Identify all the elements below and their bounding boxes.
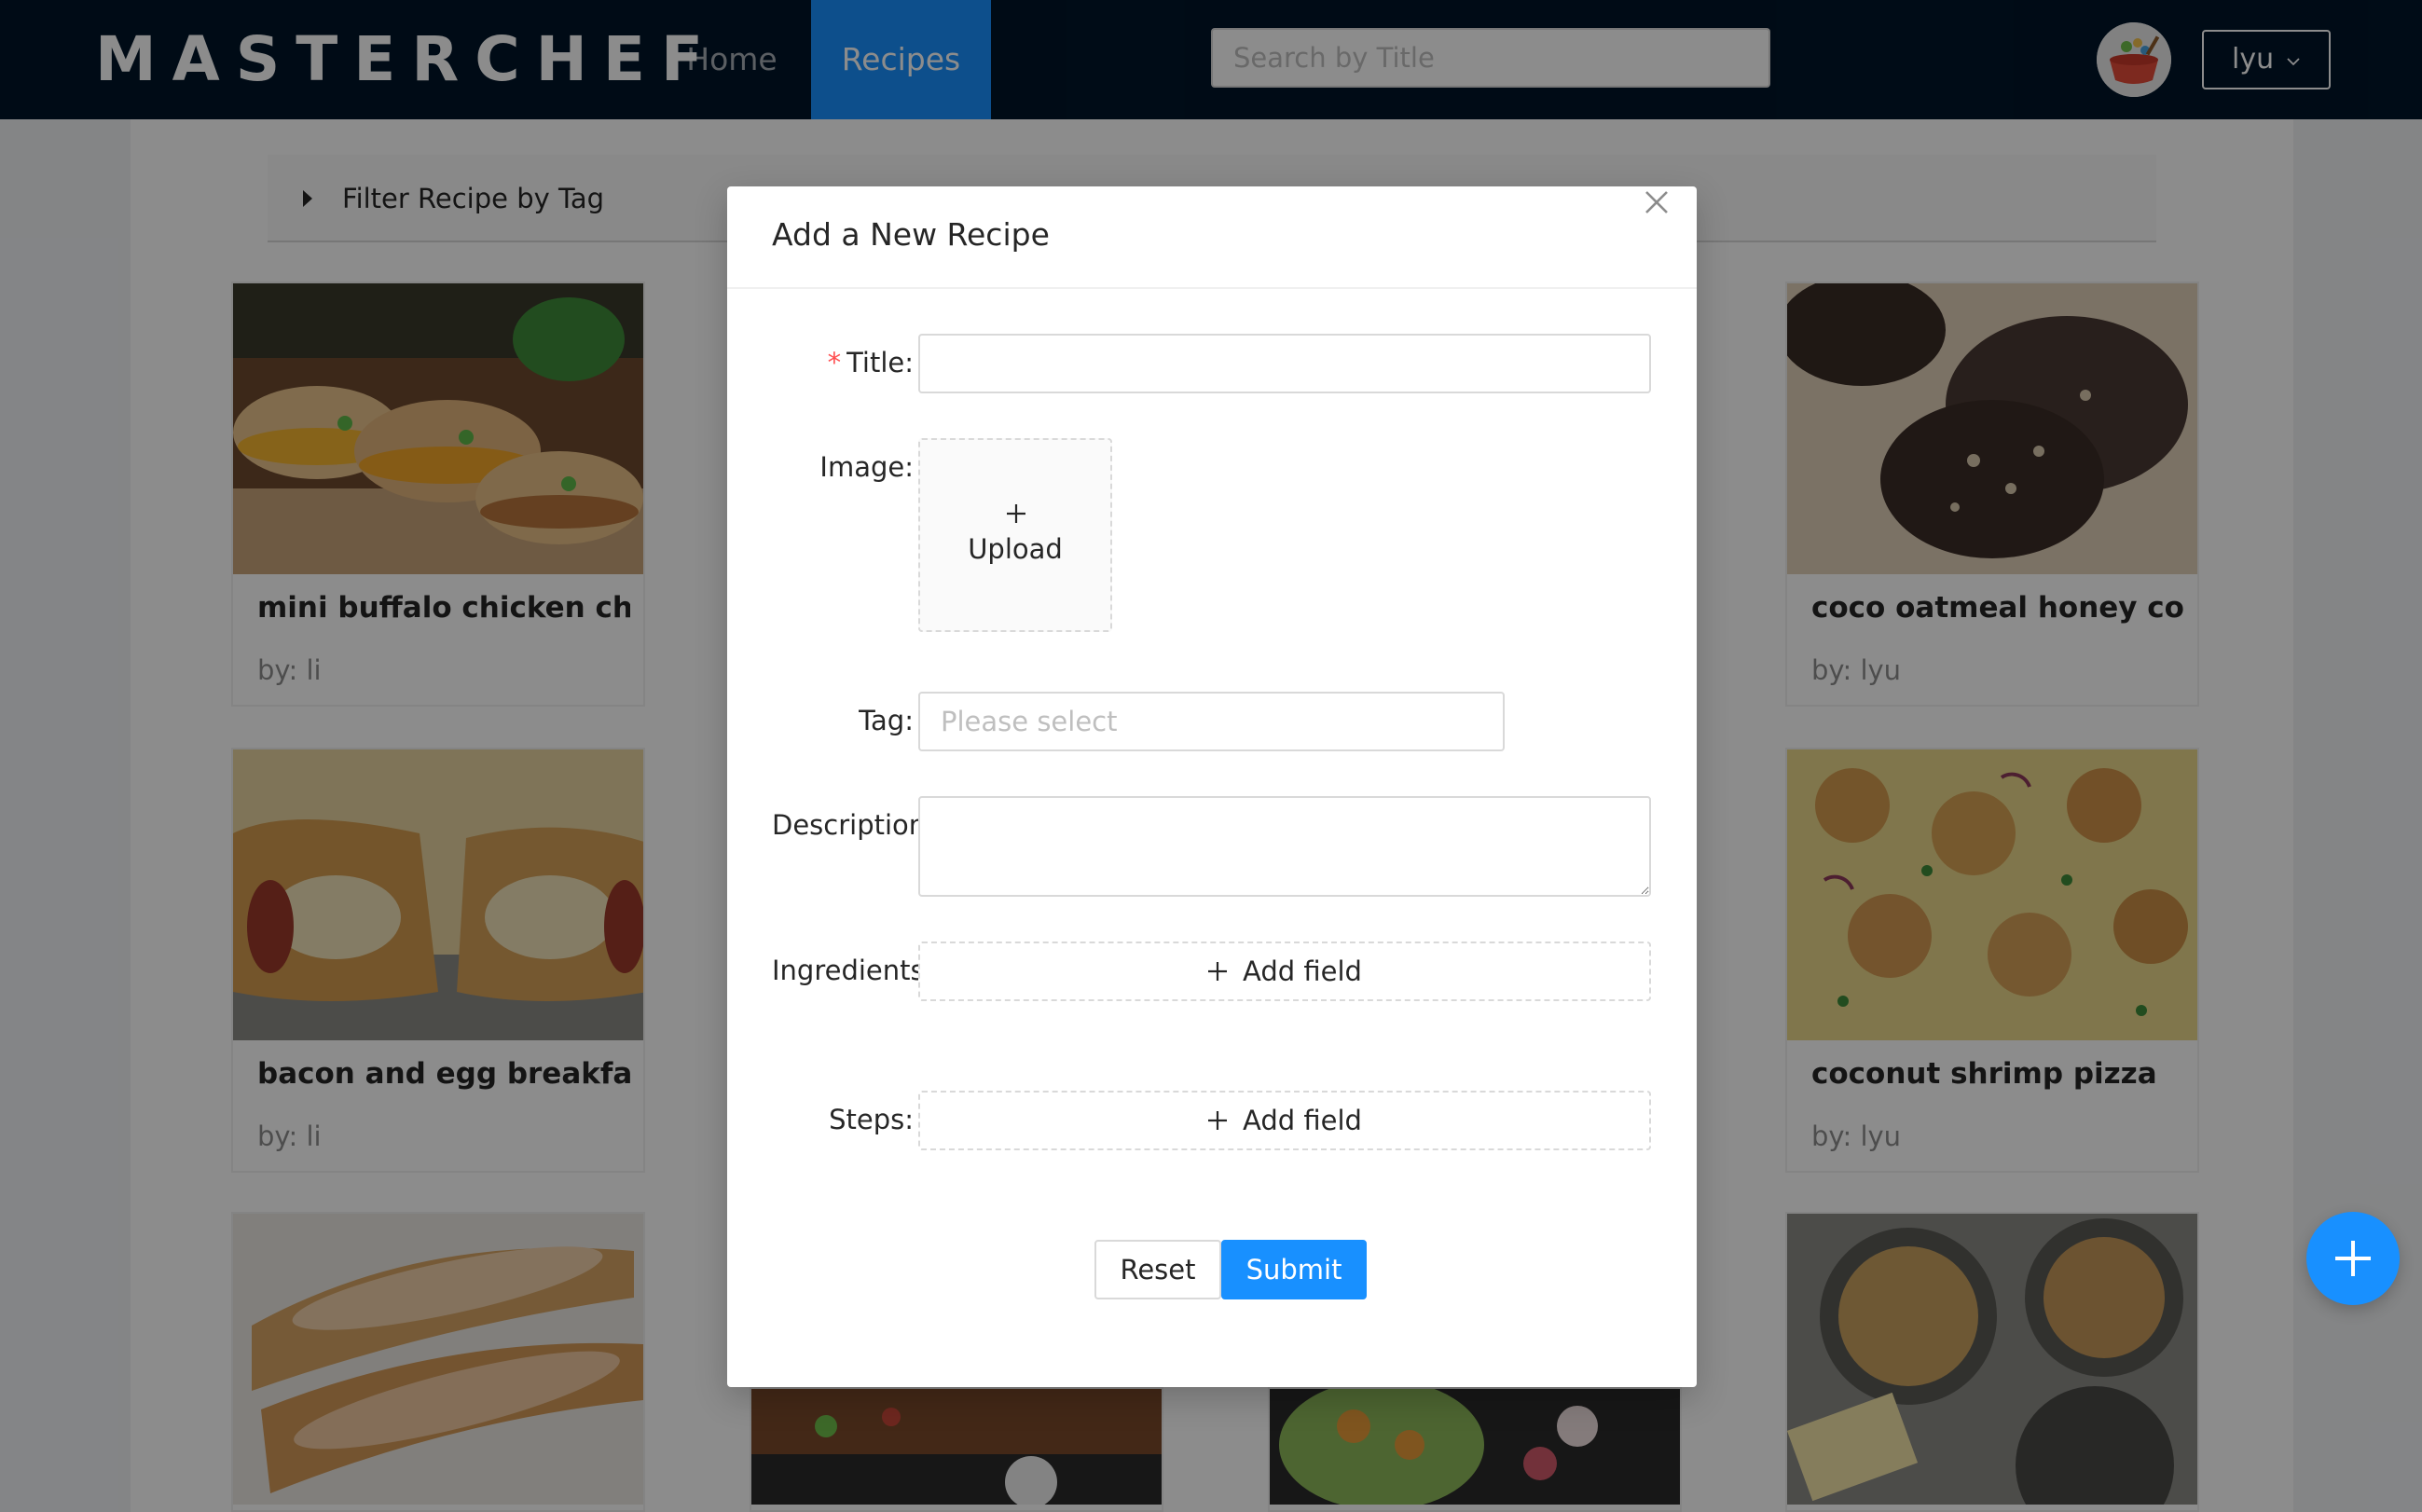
submit-button[interactable]: Submit [1221, 1240, 1367, 1299]
ingredients-label: Ingredients: [772, 955, 933, 986]
plus-icon [1208, 1111, 1228, 1130]
add-ingredient-button[interactable]: Add field [918, 942, 1651, 1001]
image-label: Image: [819, 451, 914, 483]
image-upload[interactable]: Upload [918, 438, 1112, 632]
add-step-button[interactable]: Add field [918, 1091, 1651, 1150]
modal-title: Add a New Recipe [772, 216, 1050, 253]
title-label: * Title: [827, 347, 914, 378]
description-label: Description: [772, 809, 935, 841]
required-marker: * [827, 347, 842, 378]
upload-text: Upload [968, 533, 1063, 565]
tag-select[interactable]: Please select [918, 692, 1505, 751]
plus-icon [1208, 962, 1228, 981]
add-recipe-fab[interactable] [2306, 1212, 2400, 1305]
add-recipe-modal: Add a New Recipe * Title: Image: Upload T… [727, 186, 1697, 1387]
reset-button[interactable]: Reset [1094, 1240, 1221, 1299]
steps-label: Steps: [829, 1104, 914, 1135]
close-icon [1645, 191, 1668, 213]
modal-header: Add a New Recipe [727, 186, 1697, 289]
title-input[interactable] [918, 334, 1651, 393]
tag-label: Tag: [859, 705, 914, 736]
modal-close-button[interactable] [1628, 186, 1687, 218]
plus-icon [2335, 1241, 2371, 1276]
add-field-text: Add field [1243, 955, 1362, 987]
plus-icon [1007, 504, 1025, 523]
add-field-text: Add field [1243, 1105, 1362, 1136]
description-textarea[interactable] [918, 796, 1651, 897]
